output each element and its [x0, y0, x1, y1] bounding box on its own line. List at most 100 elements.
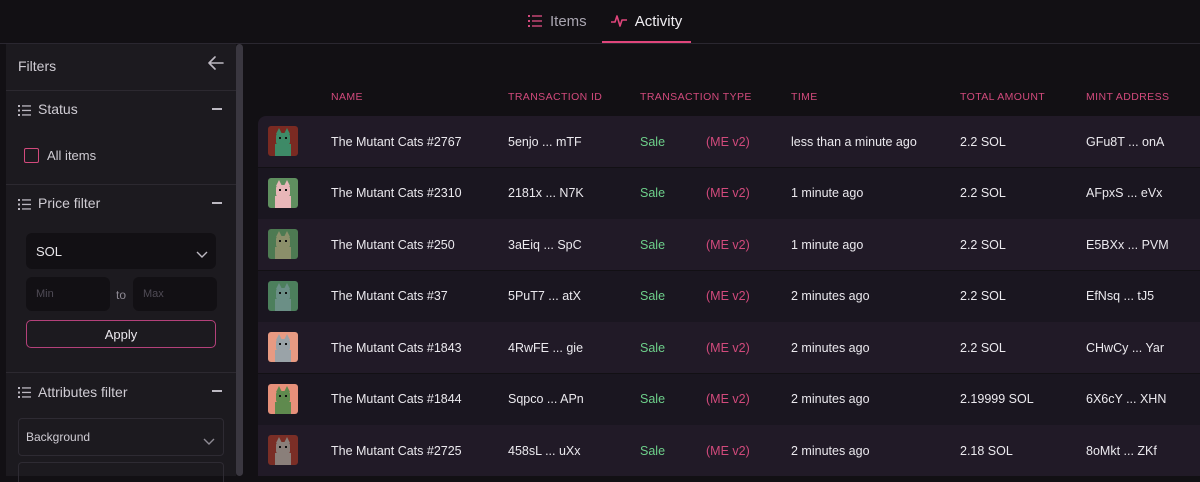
all-items-checkbox[interactable] — [24, 148, 39, 163]
sidebar-scrollbar[interactable] — [236, 44, 244, 476]
next-attribute-select[interactable] — [18, 462, 224, 482]
price-section-label: Price filter — [38, 195, 101, 211]
chevron-down-icon — [203, 433, 215, 451]
nft-thumbnail[interactable] — [268, 280, 298, 311]
table-row[interactable]: The Mutant Cats #1843 4RwFE ... gie Sale (M… — [258, 322, 1200, 373]
tab-items-label: Items — [550, 12, 587, 30]
tab-activity-label: Activity — [634, 12, 683, 30]
cell-name[interactable]: The Mutant Cats #2310 — [331, 168, 462, 219]
price-section-header[interactable]: Price filter — [6, 184, 236, 221]
cell-total-amount: 2.2 SOL — [960, 289, 1006, 303]
cell-time: 1 minute ago — [791, 237, 864, 252]
cell-name[interactable]: The Mutant Cats #1844 — [331, 374, 462, 425]
nft-thumbnail[interactable] — [268, 435, 298, 465]
collapse-minus-icon[interactable] — [212, 108, 222, 110]
cell-transaction-type: Sale — [640, 186, 666, 200]
cell-transaction-id[interactable]: 5PuT7 ... atX — [508, 271, 581, 322]
cell-transaction-id[interactable]: 3aEiq ... SpC — [508, 219, 582, 270]
cell-total-amount: 2.2 SOL — [960, 186, 1006, 200]
cell-name[interactable]: The Mutant Cats #37 — [331, 271, 448, 322]
cell-name[interactable]: The Mutant Cats #2767 — [331, 116, 462, 167]
cell-marketplace: (ME v2) — [706, 237, 750, 252]
collapse-minus-icon[interactable] — [212, 390, 222, 392]
nft-thumbnail[interactable] — [268, 229, 298, 259]
header-mint-address: MINT ADDRESS — [1086, 91, 1170, 103]
cell-transaction-id[interactable]: 458sL ... uXx — [508, 425, 581, 476]
cell-transaction-id[interactable]: Sqpco ... APn — [508, 374, 584, 425]
activity-icon — [610, 14, 627, 28]
cell-time: 2 minutes ago — [791, 340, 870, 355]
cell-mint-address[interactable]: 6X6cY ... XHN — [1086, 374, 1166, 425]
table-row[interactable]: The Mutant Cats #250 3aEiq ... SpC Sale (ME… — [258, 219, 1200, 270]
cell-mint-address[interactable]: CHwCy ... Yar — [1086, 322, 1164, 373]
tab-items[interactable]: Items — [528, 0, 587, 42]
header-transaction-type: TRANSACTION TYPE — [640, 91, 752, 103]
table-row[interactable]: The Mutant Cats #2725 458sL ... uXx Sale (M… — [258, 425, 1200, 476]
cell-transaction-id[interactable]: 2181x ... N7K — [508, 168, 584, 219]
list-icon — [18, 385, 31, 403]
cell-time: 2 minutes ago — [791, 289, 870, 303]
activity-table: NAME TRANSACTION ID TRANSACTION TYPE TIM… — [258, 44, 1200, 476]
view-tabs: Items Activity — [0, 0, 1200, 44]
filters-sidebar: Filters Status All items Price filter SO… — [6, 44, 236, 482]
list-icon — [18, 197, 31, 215]
status-section-header[interactable]: Status — [6, 90, 236, 127]
currency-select[interactable]: SOL — [26, 233, 216, 269]
cell-mint-address[interactable]: AFpxS ... eVx — [1086, 168, 1162, 219]
chevron-down-icon — [196, 246, 208, 264]
price-max-input[interactable] — [133, 277, 217, 311]
cell-name[interactable]: The Mutant Cats #2725 — [331, 425, 462, 476]
header-transaction-id: TRANSACTION ID — [508, 91, 603, 103]
cell-total-amount: 2.18 SOL — [960, 443, 1013, 458]
cell-marketplace: (ME v2) — [706, 134, 750, 149]
price-to-label: to — [116, 288, 127, 302]
cell-total-amount: 2.2 SOL — [960, 237, 1006, 252]
cell-time: 2 minutes ago — [791, 443, 870, 458]
header-total-amount: TOTAL AMOUNT — [960, 91, 1046, 103]
price-min-input[interactable] — [26, 277, 110, 311]
cell-transaction-type: Sale — [640, 443, 666, 458]
cell-transaction-id[interactable]: 5enjo ... mTF — [508, 116, 582, 167]
attributes-section-label: Attributes filter — [38, 384, 128, 400]
cell-name[interactable]: The Mutant Cats #250 — [331, 219, 455, 270]
cell-mint-address[interactable]: E5BXx ... PVM — [1086, 219, 1169, 270]
arrow-left-icon[interactable] — [208, 56, 224, 75]
nft-thumbnail[interactable] — [268, 177, 298, 208]
collapse-minus-icon[interactable] — [212, 202, 222, 204]
nft-thumbnail[interactable] — [268, 126, 298, 156]
header-name: NAME — [331, 91, 363, 103]
all-items-checkbox-row[interactable]: All items — [24, 148, 96, 163]
cell-name[interactable]: The Mutant Cats #1843 — [331, 322, 462, 373]
nft-thumbnail[interactable] — [268, 332, 298, 362]
cell-mint-address[interactable]: GFu8T ... onA — [1086, 116, 1164, 167]
cell-transaction-type: Sale — [640, 392, 666, 406]
cell-total-amount: 2.19999 SOL — [960, 392, 1034, 406]
cell-total-amount: 2.2 SOL — [960, 340, 1006, 355]
cell-time: 1 minute ago — [791, 186, 864, 200]
tab-activity[interactable]: Activity — [602, 0, 691, 43]
nft-thumbnail[interactable] — [268, 383, 298, 414]
scrollbar-thumb[interactable] — [236, 44, 243, 476]
currency-value: SOL — [36, 243, 63, 259]
table-row[interactable]: The Mutant Cats #2767 5enjo ... mTF Sale (M… — [258, 116, 1200, 167]
table-row[interactable]: The Mutant Cats #37 5PuT7 ... atX Sale (ME … — [258, 270, 1200, 322]
status-section-label: Status — [38, 101, 78, 117]
list-icon — [18, 103, 31, 121]
cell-mint-address[interactable]: EfNsq ... tJ5 — [1086, 271, 1154, 322]
background-attribute-select[interactable]: Background — [18, 418, 224, 456]
table-row[interactable]: The Mutant Cats #2310 2181x ... N7K Sale (M… — [258, 167, 1200, 219]
apply-button[interactable]: Apply — [26, 320, 216, 348]
cell-transaction-type: Sale — [640, 134, 666, 149]
cell-time: 2 minutes ago — [791, 392, 870, 406]
attributes-section-header[interactable]: Attributes filter — [6, 372, 236, 411]
filters-title: Filters — [18, 58, 57, 74]
cell-marketplace: (ME v2) — [706, 443, 750, 458]
cell-marketplace: (ME v2) — [706, 340, 750, 355]
cell-transaction-id[interactable]: 4RwFE ... gie — [508, 322, 583, 373]
table-row[interactable]: The Mutant Cats #1844 Sqpco ... APn Sale (M… — [258, 373, 1200, 425]
cell-mint-address[interactable]: 8oMkt ... ZKf — [1086, 425, 1157, 476]
cell-marketplace: (ME v2) — [706, 289, 750, 303]
cell-transaction-type: Sale — [640, 289, 666, 303]
background-attribute-label: Background — [26, 430, 91, 444]
header-time: TIME — [791, 91, 818, 103]
